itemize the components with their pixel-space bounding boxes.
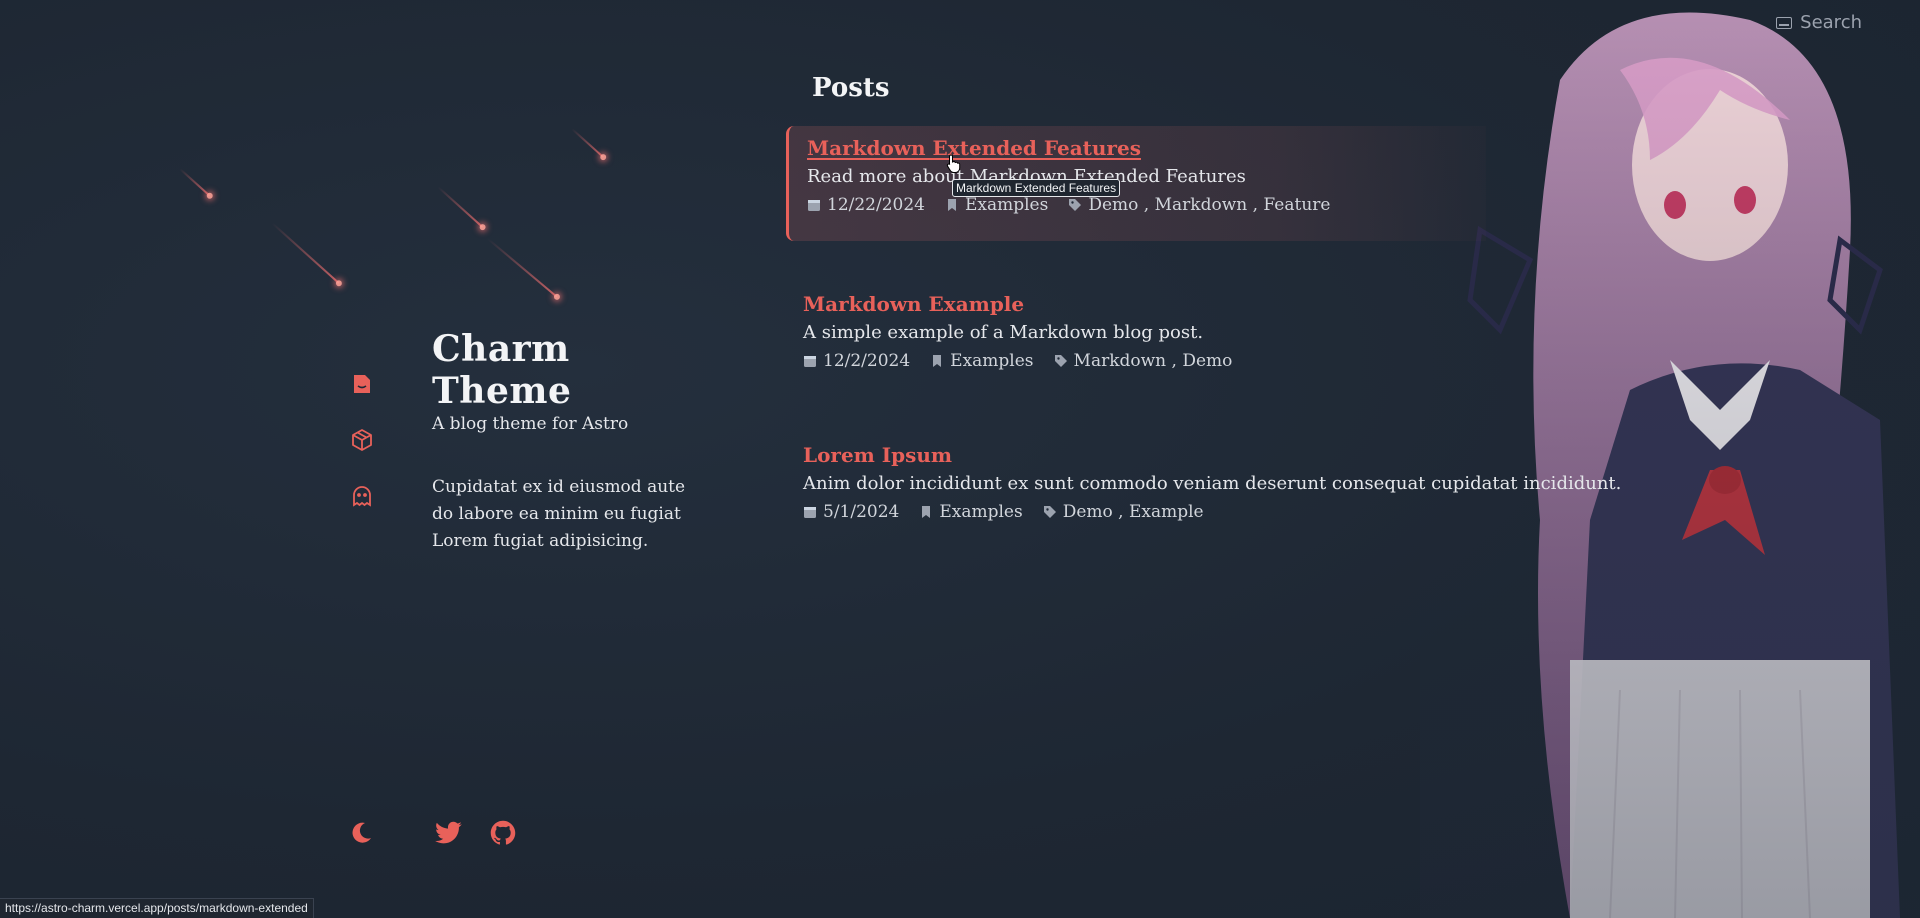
post-tags: Demo , Example	[1043, 502, 1204, 522]
post-date-text: 12/2/2024	[823, 351, 911, 371]
post-category-link[interactable]: Examples	[950, 351, 1033, 371]
post-category: Examples	[919, 502, 1023, 522]
moon-icon[interactable]	[346, 818, 376, 848]
calendar-icon	[807, 198, 821, 212]
post-meta: 12/22/2024 Examples Demo , Markdown , Fe…	[807, 195, 1469, 215]
site-bio: Cupidatat ex id eiusmod aute do labore e…	[432, 477, 686, 551]
post-description: Anim dolor incididunt ex sunt commodo ve…	[803, 473, 1622, 494]
posts-icon[interactable]	[344, 370, 380, 398]
post-date: 12/2/2024	[803, 351, 910, 371]
browser-status-url: https://astro-charm.vercel.app/posts/mar…	[0, 898, 314, 918]
post-card[interactable]: Markdown Extended Features Read more abo…	[786, 126, 1486, 241]
search-label: Search	[1800, 12, 1862, 33]
meteor	[271, 222, 340, 284]
calendar-icon	[803, 354, 817, 368]
meteor	[571, 128, 604, 158]
meteor	[179, 168, 211, 197]
post-description: Read more about Markdown Extended Featur…	[807, 166, 1246, 187]
footer-icons	[346, 818, 518, 848]
keyboard-icon	[1776, 16, 1793, 29]
post-date-text: 12/22/2024	[827, 195, 925, 215]
meteor	[487, 238, 558, 298]
tag-icon	[1068, 198, 1082, 212]
tag-icon	[1054, 354, 1068, 368]
post-meta: 5/1/2024 Examples Demo , Example	[803, 502, 1589, 522]
post-category-link[interactable]: Examples	[939, 502, 1022, 522]
post-category: Examples	[930, 351, 1034, 371]
post-date: 5/1/2024	[803, 502, 899, 522]
post-description: A simple example of a Markdown blog post…	[803, 322, 1204, 343]
hand-cursor-icon	[946, 154, 961, 173]
post-date: 12/22/2024	[807, 195, 925, 215]
post-card[interactable]: Markdown Example A simple example of a M…	[786, 282, 1486, 381]
post-tags: Demo , Markdown , Feature	[1068, 195, 1330, 215]
site-title: Charm Theme	[432, 328, 572, 412]
post-date-text: 5/1/2024	[823, 502, 900, 522]
post-title-link[interactable]: Markdown Extended Features	[807, 136, 1141, 160]
post-tag-link[interactable]: Demo	[1063, 502, 1113, 522]
meteor	[437, 186, 484, 228]
site-tagline: A blog theme for Astro	[432, 414, 629, 434]
box-icon[interactable]	[344, 426, 380, 454]
post-card[interactable]: Lorem Ipsum Anim dolor incididunt ex sun…	[786, 433, 1622, 532]
bookmark-icon	[919, 505, 933, 519]
post-tag-link[interactable]: Demo	[1182, 351, 1232, 371]
profile: Charm Theme A blog theme for Astro Cupid…	[432, 328, 702, 555]
link-tooltip: Markdown Extended Features	[952, 179, 1121, 197]
post-category-link[interactable]: Examples	[965, 195, 1048, 215]
post-title-link[interactable]: Lorem Ipsum	[803, 443, 952, 467]
bookmark-icon	[945, 198, 959, 212]
bookmark-icon	[930, 354, 944, 368]
post-tags: Markdown , Demo	[1054, 351, 1232, 371]
post-tag-link[interactable]: Markdown	[1155, 195, 1248, 215]
calendar-icon	[803, 505, 817, 519]
twitter-icon[interactable]	[434, 818, 464, 848]
post-title-link[interactable]: Markdown Example	[803, 292, 1024, 316]
sidebar-nav	[344, 370, 380, 510]
post-category: Examples	[945, 195, 1048, 215]
github-icon[interactable]	[488, 818, 518, 848]
post-tag-link[interactable]: Example	[1129, 502, 1204, 522]
post-tag-link[interactable]: Feature	[1263, 195, 1330, 215]
search-button[interactable]: Search	[1776, 12, 1862, 33]
posts-heading: Posts	[812, 73, 890, 103]
tag-icon	[1043, 505, 1057, 519]
post-meta: 12/2/2024 Examples Markdown , Demo	[803, 351, 1469, 371]
post-tag-link[interactable]: Markdown	[1074, 351, 1167, 371]
ghost-icon[interactable]	[344, 482, 380, 510]
post-tag-link[interactable]: Demo	[1088, 195, 1138, 215]
